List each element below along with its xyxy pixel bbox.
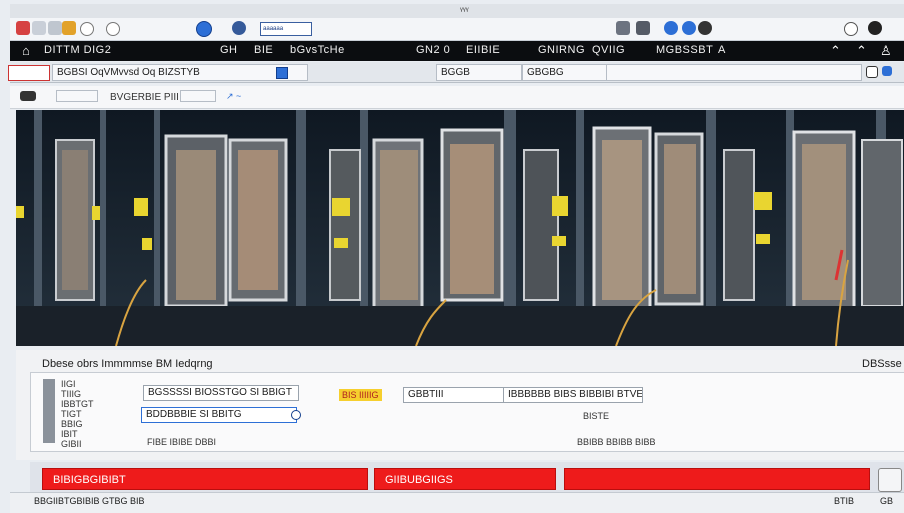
mode-field[interactable]: BGGB [436, 64, 522, 81]
form-footer-left: FIBE IBIBE DBBI [147, 437, 217, 447]
view-field[interactable]: GBGBG [522, 64, 608, 81]
app-menu-icon[interactable]: ⌂ [22, 43, 30, 58]
primary-action-button[interactable]: BIBIGBGIBIBT [42, 468, 368, 490]
active-tab-marker[interactable] [8, 65, 50, 81]
home-icon[interactable] [48, 21, 62, 35]
back-icon[interactable] [16, 21, 30, 35]
save-icon[interactable] [878, 468, 902, 492]
refresh-icon[interactable] [62, 21, 76, 35]
menu-app-label[interactable]: A [718, 44, 726, 56]
collapse-icon[interactable]: ⌃ [830, 43, 841, 59]
menu-item-6[interactable]: EIIBIE [466, 44, 500, 56]
status-bar: BBGIIBTGBIBIB GTBG BIB BTIB GB [10, 492, 904, 513]
search-field[interactable] [606, 64, 862, 81]
properties-right-label: DBSsse [862, 358, 902, 370]
browser-toolbar: ᵃᵃᵃᵃᵃᵃ [10, 18, 904, 41]
property-field-3b[interactable]: IBBBBBB BIBS BIBBIBI BTVE [503, 387, 643, 403]
property-field-3a[interactable]: GBBTIII [403, 387, 505, 403]
breadcrumb[interactable]: BVGERBIE PIII [110, 92, 179, 103]
folder-icon[interactable] [20, 91, 36, 101]
menu-item-7[interactable]: GNIRNG [538, 44, 585, 56]
crumb-field[interactable] [180, 90, 216, 102]
nav-field[interactable] [56, 90, 98, 102]
user-circle-icon[interactable] [682, 21, 696, 35]
menu-item-5[interactable]: GN2 0 [416, 44, 450, 56]
properties-form: IIGI TIIIG IBBTGT TIGT BBIG IBIT GIBII B… [30, 372, 904, 452]
forward-icon[interactable] [32, 21, 46, 35]
properties-panel: Dbese obrs Immmmse BM Iedqrng DBSsse IIG… [16, 350, 904, 460]
form-label-1: IIGI [61, 379, 76, 389]
tab-indicator-icon [276, 67, 288, 79]
properties-heading: Dbese obrs Immmmse BM Iedqrng [42, 358, 213, 370]
menu-item-9[interactable]: MGBSSBT [656, 44, 713, 56]
menu-item-2[interactable]: GH [220, 44, 238, 56]
close-icon[interactable] [868, 21, 882, 35]
server-rack-image [16, 110, 904, 346]
status-right-a: BTIB [834, 496, 855, 506]
chat-icon[interactable] [616, 21, 630, 35]
action-bar: BIBIGBGIBIBT GIIBUBGIIGS [30, 462, 904, 492]
form-label-5: BBIG [61, 419, 83, 429]
menu-item-8[interactable]: QVIIG [592, 44, 625, 56]
form-sidebar-bar [43, 379, 55, 443]
menu-bar: ⌂ DITTM DIG2 GH BIE bGvsTcHe GN2 0 EIIBI… [10, 41, 904, 61]
user-icon[interactable] [232, 21, 246, 35]
pin-icon[interactable]: ⌃ [856, 43, 867, 59]
property-field-1[interactable]: BGSSSSI BIOSSTGO SI BBIGT [143, 385, 299, 401]
address-field[interactable]: ᵃᵃᵃᵃᵃᵃ [260, 22, 312, 36]
status-right-b: GB [880, 496, 894, 506]
secondary-toolbar: BGBSI OqVMvvsd Oq BIZSTYB BGGB GBGBG [8, 62, 904, 83]
person-icon[interactable]: ♙ [880, 43, 892, 59]
info-icon[interactable] [664, 21, 678, 35]
globe-icon[interactable] [80, 22, 94, 36]
window-icon[interactable] [196, 21, 212, 37]
form-label-4: TIGT [61, 409, 82, 419]
property-value-right: BISTE [583, 411, 610, 421]
grid-icon[interactable] [866, 66, 878, 78]
menu-icon[interactable] [698, 21, 712, 35]
menu-item-1[interactable]: DITTM DIG2 [44, 44, 111, 56]
tertiary-action-button[interactable] [564, 468, 870, 490]
form-label-7: GIBII [61, 439, 82, 449]
menu-item-3[interactable]: BIE [254, 44, 273, 56]
breadcrumb-row: BVGERBIE PIII ↗ ~ [10, 86, 904, 109]
secondary-action-button[interactable]: GIIBUBGIIGS [374, 468, 556, 490]
rack-illustration [16, 110, 904, 346]
window-title: ᵞᵞᵞ [460, 5, 469, 15]
title-bar: ᵞᵞᵞ [10, 4, 904, 19]
document-tab[interactable]: BGBSI OqVMvvsd Oq BIZSTYB [52, 64, 308, 81]
form-label-2: TIIIG [61, 389, 81, 399]
layout-icon[interactable] [882, 66, 892, 76]
settings-icon[interactable] [106, 22, 120, 36]
property-field-2[interactable]: BDDBBBIE SI BBITG [141, 407, 297, 423]
menu-item-4[interactable]: bGvsTcHe [290, 44, 345, 56]
form-label-6: IBIT [61, 429, 78, 439]
form-footer-right: BBIBB BBIBB BIBB [577, 437, 656, 447]
form-label-3: IBBTGT [61, 399, 94, 409]
minimize-icon[interactable] [844, 22, 858, 36]
link-icon[interactable]: ↗ ~ [226, 91, 241, 102]
status-text: BBGIIBTGBIBIB GTBG BIB [34, 496, 145, 506]
tab-icon[interactable] [636, 21, 650, 35]
field-radio-icon[interactable] [291, 410, 301, 420]
status-chip: BIS IIIIIG [339, 389, 382, 401]
